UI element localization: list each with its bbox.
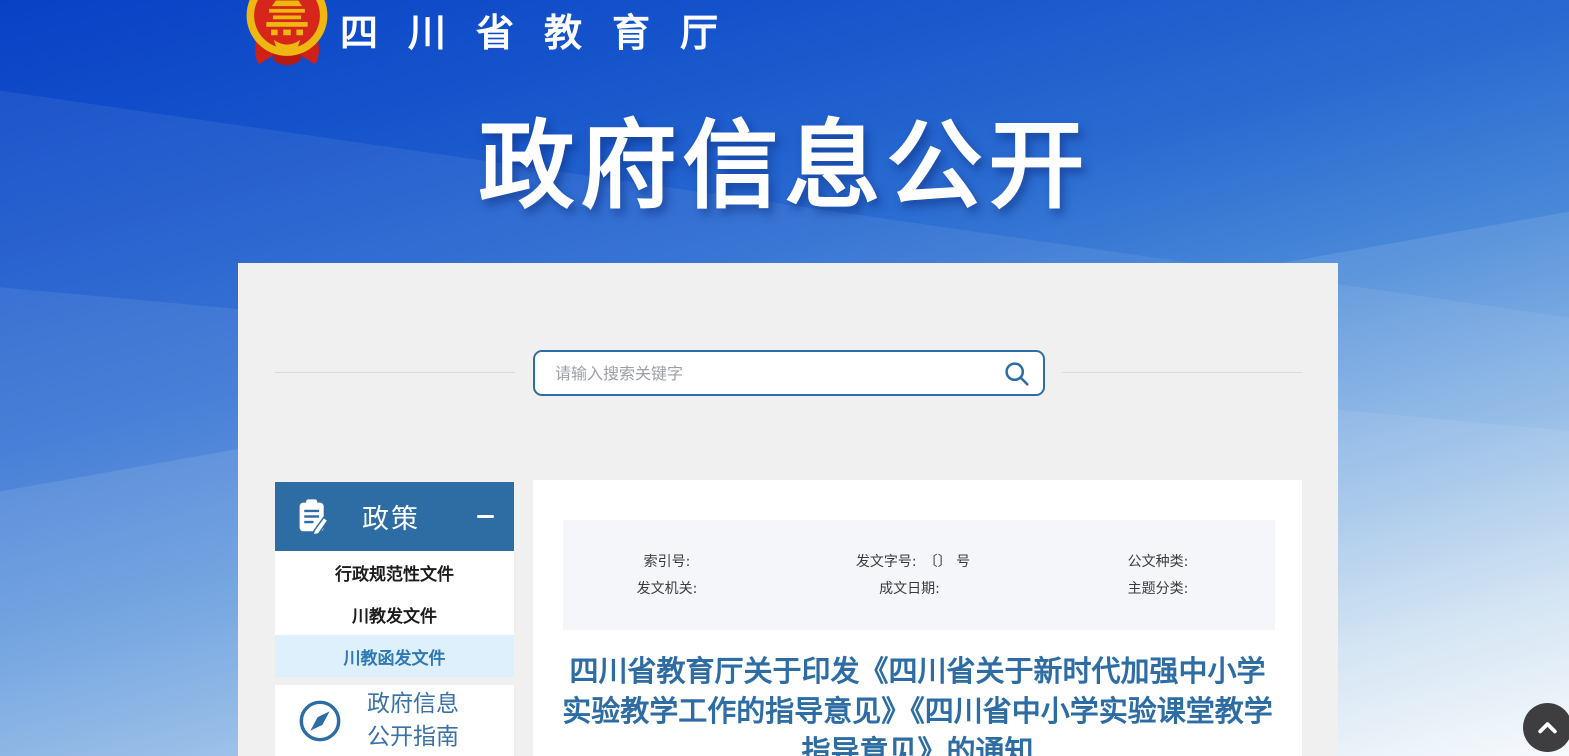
back-to-top-button[interactable] [1523,703,1569,752]
national-emblem-icon [240,0,334,72]
sidebar-item-chuanjiaohanfa-documents[interactable]: 川教函发文件 [275,635,514,677]
meta-value: 〔〕 号 [924,549,970,576]
meta-row: 索引号: 发文字号: 〔〕 号 公文种类: [563,549,1275,576]
document-meta: 索引号: 发文字号: 〔〕 号 公文种类: 发文机关: [563,520,1275,630]
search-icon [1003,360,1030,387]
meta-field-issuing-authority: 发文机关: [563,576,778,603]
search-input[interactable] [535,364,989,383]
sidebar-section-policy[interactable]: 政策 [275,482,514,551]
meta-label: 索引号: [644,549,691,576]
meta-label: 成文日期: [879,576,940,603]
sidebar-menu: 行政规范性文件 川教发文件 川教函发文件 [275,551,514,677]
meta-field-subject-classification: 主题分类: [1048,576,1275,603]
sidebar: 政策 行政规范性文件 川教发文件 川教函发文件 政府信息公开指南 [275,482,514,756]
meta-field-index-number: 索引号: [563,549,778,576]
search-button[interactable] [989,352,1043,394]
sidebar-item-administrative-normative-documents[interactable]: 行政规范性文件 [275,551,514,593]
content-panel: 政策 行政规范性文件 川教发文件 川教函发文件 政府信息公开指南 [238,263,1338,756]
document-title: 四川省教育厅关于印发《四川省关于新时代加强中小学实验教学工作的指导意见》《四川省… [559,651,1276,756]
meta-label: 主题分类: [1128,576,1189,603]
page: 四川省教育厅 政府信息公开 [0,0,1569,756]
meta-field-document-number: 发文字号: 〔〕 号 [778,549,1048,576]
meta-field-document-type: 公文种类: [1048,549,1275,576]
compass-icon [297,698,343,744]
policy-clipboard-icon [295,498,332,535]
sidebar-policy-title: 政策 [362,497,420,536]
page-title: 政府信息公开 [0,88,1569,227]
sidebar-item-disclosure-guide[interactable]: 政府信息公开指南 [275,685,514,756]
chevron-up-icon [1534,714,1561,741]
search-box [533,350,1045,396]
meta-label: 发文字号: [856,549,917,576]
meta-row: 发文机关: 成文日期: 主题分类: [563,576,1275,603]
document-card: 索引号: 发文字号: 〔〕 号 公文种类: 发文机关: [533,480,1302,756]
sidebar-guide-label: 政府信息公开指南 [367,688,479,754]
site-name: 四川省教育厅 [340,2,748,57]
meta-label: 公文种类: [1128,549,1189,576]
meta-field-date-of-writing: 成文日期: [778,576,1048,603]
collapse-minus-icon[interactable] [477,515,494,518]
divider-line [1062,372,1302,373]
divider-line [275,372,515,373]
meta-label: 发文机关: [637,576,698,603]
sidebar-item-chuanjiaofa-documents[interactable]: 川教发文件 [275,593,514,635]
